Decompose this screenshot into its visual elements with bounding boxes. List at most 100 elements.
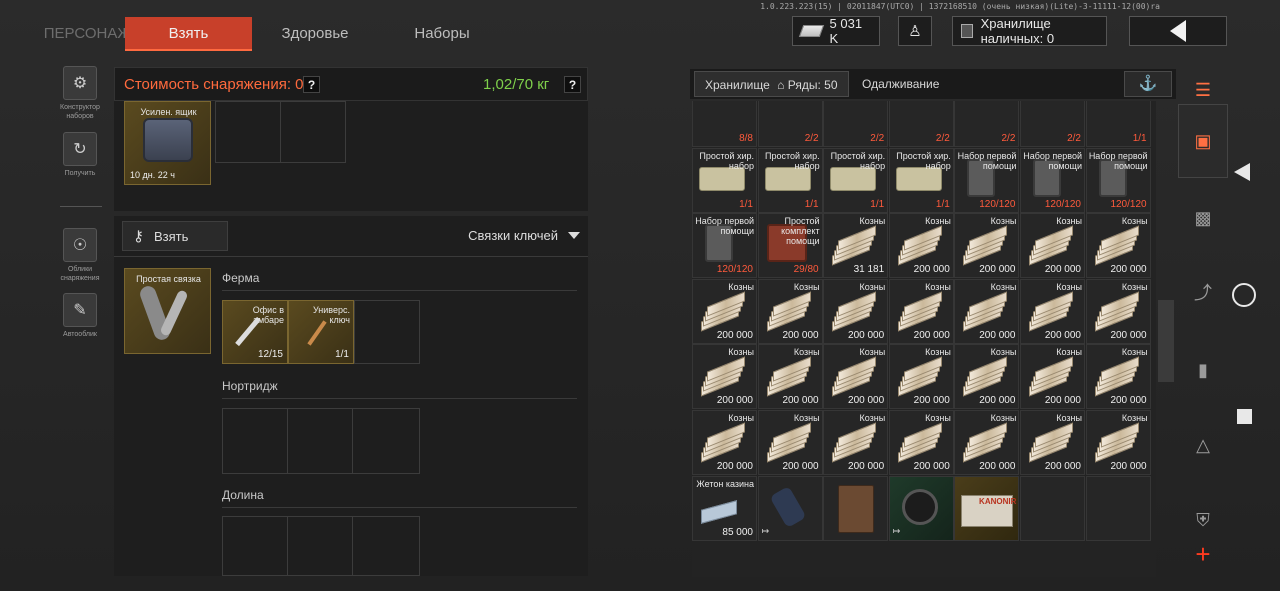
storage-cell[interactable]: Простой комплект помощи 29/80 <box>757 213 823 279</box>
category-vest[interactable]: ▩ <box>1178 188 1228 248</box>
storage-cell[interactable] <box>1085 475 1151 541</box>
storage-cell[interactable]: Козны 200 000 <box>1085 410 1151 475</box>
back-button[interactable] <box>1129 16 1227 46</box>
storage-cell[interactable]: Козны 200 000 <box>1020 410 1085 475</box>
banknote-stack-icon <box>963 291 1008 332</box>
storage-cell[interactable]: Козны 200 000 <box>1085 278 1151 344</box>
storage-cell[interactable]: Козны 200 000 <box>692 410 757 475</box>
take-keys-button[interactable]: ⚷ Взять <box>122 221 228 251</box>
item-count: 200 000 <box>782 395 819 407</box>
storage-cell[interactable]: 2/2 <box>888 101 954 147</box>
keys-dropdown[interactable]: Связки ключей <box>468 228 580 243</box>
storage-cell[interactable] <box>1020 475 1085 541</box>
storage-cell[interactable]: Набор первой помощи 120/120 <box>1020 147 1085 213</box>
storage-cell[interactable]: Козны 31 181 <box>823 213 889 279</box>
cash-storage-button[interactable]: Хранилище наличных: 0 <box>952 16 1107 46</box>
sort-button[interactable]: ⚓ <box>1124 71 1172 97</box>
android-home-icon[interactable] <box>1232 283 1256 307</box>
android-recents-icon[interactable] <box>1237 409 1252 424</box>
storage-cell[interactable]: Козны 200 000 <box>1085 344 1151 410</box>
key-grid-cell[interactable] <box>222 408 288 474</box>
container-grid-cell[interactable] <box>215 101 281 163</box>
section-farm: Ферма <box>222 271 260 285</box>
storage-cell[interactable]: Козны 200 000 <box>888 344 954 410</box>
item-name: Козны <box>1121 216 1148 227</box>
storage-cell[interactable]: Простой хир. набор 1/1 <box>888 147 954 213</box>
storage-cell[interactable]: 2/2 <box>823 101 889 147</box>
receive-nav[interactable]: ↻ Получить <box>55 132 105 178</box>
sort-icon: ⚓ <box>1138 75 1158 92</box>
category-backpack[interactable]: ▣ <box>1178 104 1228 178</box>
tab-kits[interactable]: Наборы <box>392 17 492 51</box>
kit-builder-nav[interactable]: ⚙ Конструктор наборов <box>55 66 105 121</box>
key-grid-cell[interactable] <box>287 516 353 576</box>
storage-cell[interactable]: 2/2 <box>757 101 823 147</box>
keyring-slot[interactable]: Простая связка <box>124 268 211 354</box>
storage-cell[interactable]: Козны 200 000 <box>692 278 757 344</box>
storage-cell[interactable]: Простой хир. набор 1/1 <box>757 147 823 213</box>
storage-cell[interactable]: Козны 200 000 <box>888 278 954 344</box>
storage-cell[interactable] <box>823 475 889 541</box>
container-slot[interactable]: Усилен. ящик 10 дн. 22 ч <box>124 101 211 185</box>
storage-cell[interactable]: Козны 200 000 <box>954 410 1020 475</box>
trader-button[interactable]: ♙ <box>898 16 932 46</box>
bottle-icon: △ <box>1196 434 1210 455</box>
storage-cell[interactable]: Козны 200 000 <box>954 344 1020 410</box>
storage-cell[interactable]: Козны 200 000 <box>823 410 889 475</box>
storage-cell[interactable]: Набор первой помощи 120/120 <box>954 147 1020 213</box>
storage-cell[interactable]: Простой хир. набор 1/1 <box>692 147 757 213</box>
storage-cell[interactable]: Козны 200 000 <box>888 213 954 279</box>
key-slot[interactable]: Универс. ключ 1/1 <box>288 300 354 364</box>
add-category-button[interactable]: + <box>1178 530 1228 578</box>
storage-cell[interactable]: 1/1 <box>1085 101 1151 147</box>
storage-cell[interactable]: Козны 200 000 <box>1020 344 1085 410</box>
category-magazine[interactable]: ▮ <box>1178 340 1228 400</box>
storage-cell[interactable]: Козны 200 000 <box>823 344 889 410</box>
key-grid-cell[interactable] <box>352 516 420 576</box>
storage-cell[interactable]: Козны 200 000 <box>1020 278 1085 344</box>
storage-cell[interactable]: Набор первой помощи 120/120 <box>1085 147 1151 213</box>
item-count: 200 000 <box>848 461 885 472</box>
storage-cell[interactable]: Козны 200 000 <box>1020 213 1085 279</box>
key-slot[interactable]: Офис в амбаре 12/15 <box>222 300 288 364</box>
android-back-icon[interactable] <box>1234 163 1250 181</box>
storage-cell[interactable]: Козны 200 000 <box>757 344 823 410</box>
storage-cell[interactable]: Козны 200 000 <box>692 344 757 410</box>
storage-scrollbar[interactable] <box>1158 300 1174 382</box>
weight-help-button[interactable]: ? <box>564 76 581 93</box>
storage-cell[interactable]: Козны 200 000 <box>954 278 1020 344</box>
skins-nav[interactable]: ☉ Облики снаряжения <box>55 228 105 283</box>
storage-cell[interactable]: Козны 200 000 <box>888 410 954 475</box>
tab-take[interactable]: Взять <box>125 17 252 51</box>
storage-cell[interactable]: Козны 200 000 <box>757 410 823 475</box>
item-name: Козны <box>793 413 820 423</box>
storage-cell[interactable]: Набор первой помощи 120/120 <box>692 213 757 279</box>
storage-cell[interactable]: ↦ <box>888 475 954 541</box>
storage-cell[interactable]: Козны 200 000 <box>1085 213 1151 279</box>
storage-cell[interactable]: KANONIR <box>954 475 1020 541</box>
key-grid-cell[interactable] <box>352 408 420 474</box>
storage-cell[interactable]: ↦ <box>757 475 823 541</box>
storage-cell[interactable]: 2/2 <box>1020 101 1085 147</box>
tab-lending[interactable]: Одалживание <box>852 71 949 97</box>
key-grid-cell[interactable] <box>287 408 353 474</box>
cost-help-button[interactable]: ? <box>303 76 320 93</box>
storage-cell[interactable]: Жетон казина 85 000 <box>692 475 757 541</box>
item-count: 200 000 <box>1044 461 1081 472</box>
storage-cell[interactable]: 2/2 <box>954 101 1020 147</box>
storage-cell[interactable]: Козны 200 000 <box>823 278 889 344</box>
tab-character[interactable]: ПЕРСОНАЖ <box>40 17 135 51</box>
storage-cell[interactable]: Простой хир. набор 1/1 <box>823 147 889 213</box>
storage-cell[interactable]: Козны 200 000 <box>757 278 823 344</box>
auto-skin-nav[interactable]: ✎ Автооблик <box>55 293 105 339</box>
tab-health[interactable]: Здоровье <box>262 17 368 51</box>
key-grid-cell[interactable] <box>222 516 288 576</box>
storage-cell[interactable]: 8/8 <box>692 101 757 147</box>
category-bottle[interactable]: △ <box>1178 415 1228 475</box>
tab-storage[interactable]: Хранилище ⌂ Ряды: 50 <box>694 71 849 97</box>
key-grid-cell[interactable] <box>354 300 420 364</box>
container-grid-cell[interactable] <box>280 101 346 163</box>
storage-cell[interactable]: Козны 200 000 <box>954 213 1020 279</box>
item-count: 120/120 <box>716 264 753 276</box>
category-rifle[interactable]: ⤴ <box>1178 262 1228 322</box>
